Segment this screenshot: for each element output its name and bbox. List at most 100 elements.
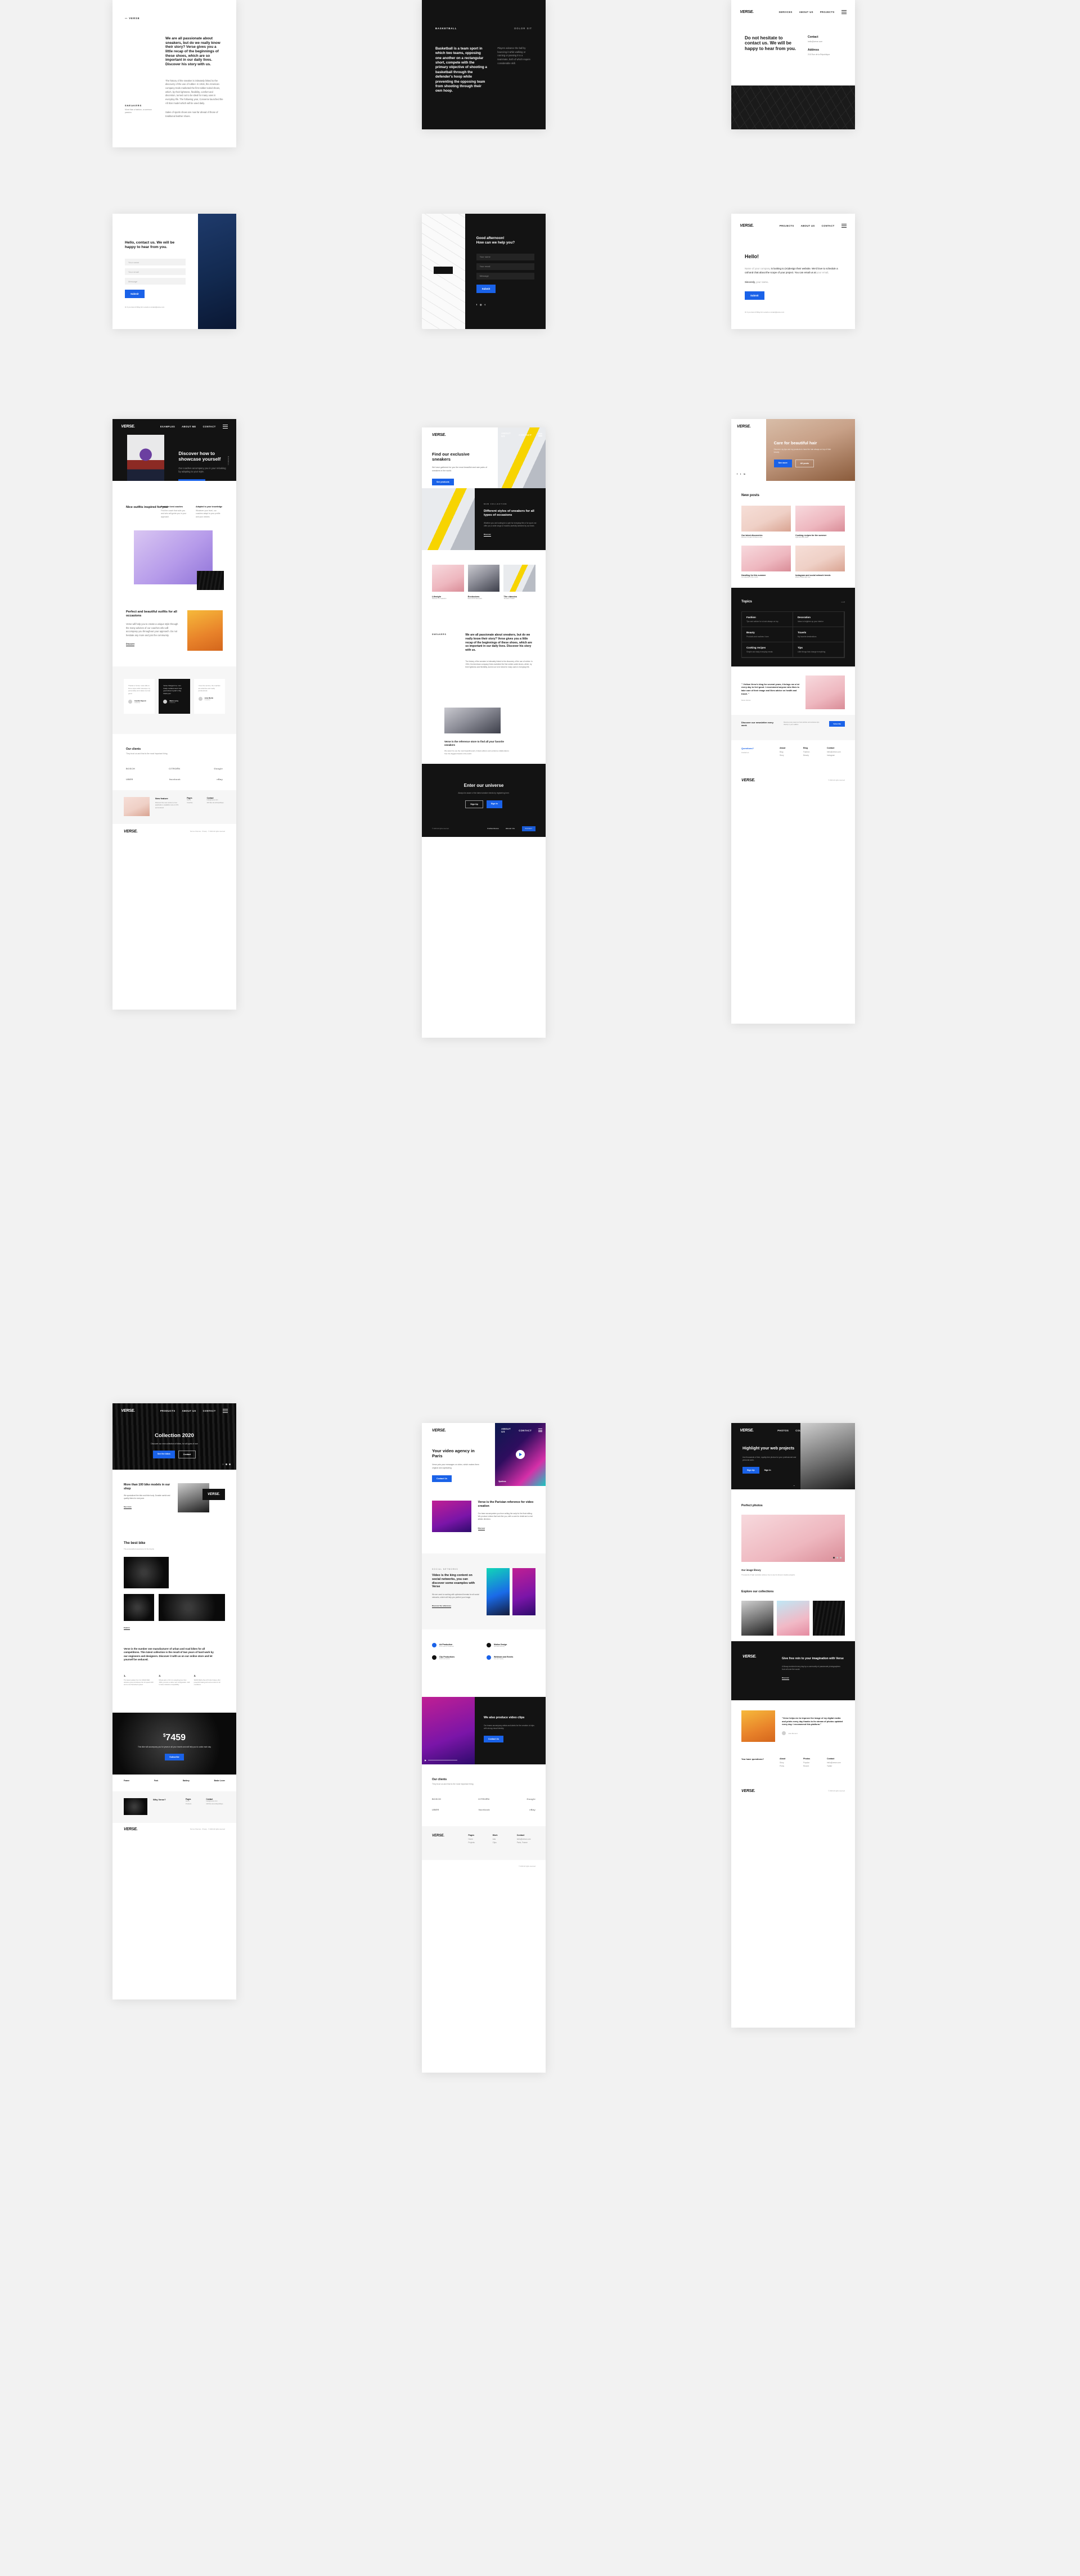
card12-col-photo-2[interactable] <box>777 1600 809 1636</box>
topic-cell[interactable]: Decoration Ideas to brighten up your int… <box>793 611 844 627</box>
play-icon[interactable]: ▶ <box>425 1759 426 1762</box>
card12-foot-2-1[interactable]: Twitter <box>827 1765 845 1768</box>
card7-nav[interactable]: VERSE. EXAMPLES ABOUT ME CONTACT <box>112 419 236 434</box>
hamburger-icon[interactable] <box>841 224 847 228</box>
hamburger-icon[interactable] <box>538 433 542 437</box>
topic-cell[interactable]: Fashion Tips and advice for a look alway… <box>742 611 793 627</box>
template-card-sneakers-shop[interactable]: VERSE. Find our exclusive sneakers We ha… <box>422 427 546 1038</box>
card7-logo[interactable]: VERSE. <box>121 425 135 429</box>
card7-nav-1[interactable]: ABOUT ME <box>182 425 196 428</box>
card10-nav-0[interactable]: PRODUCTS <box>160 1409 176 1412</box>
card11-nav-2[interactable]: CONTACT <box>519 1429 532 1432</box>
card6-logo[interactable]: VERSE. <box>740 224 754 228</box>
card11-nav-1[interactable]: ABOUT US <box>501 1427 512 1433</box>
card6-nav[interactable]: VERSE. PROJECTS ABOUT US CONTACT <box>731 218 855 233</box>
chevron-down-icon[interactable]: ⌄ <box>793 1484 795 1487</box>
card10-contact-button[interactable]: Contact <box>178 1450 196 1458</box>
card5-map[interactable] <box>422 214 465 329</box>
card7-navlinks[interactable]: EXAMPLES ABOUT ME CONTACT <box>160 425 228 429</box>
card8-navlinks[interactable]: COLLECTIONS ABOUT US CONTACT <box>498 432 542 438</box>
card3-navlinks[interactable]: SERVICES ABOUT US PROJECTS <box>778 10 847 14</box>
card11-s2-link[interactable]: Discover <box>478 1527 485 1530</box>
card6-company-placeholder[interactable]: Name of your company <box>745 267 770 270</box>
template-card-photos[interactable]: VERSE. PHOTOS COLLECTIONS CONTACT Highli… <box>731 1423 855 2028</box>
card9-foot-2-1[interactable]: Instagram <box>827 754 845 758</box>
card12-logo[interactable]: VERSE. <box>740 1429 754 1433</box>
card8-nav-2[interactable]: CONTACT <box>519 434 532 436</box>
card7-foot-col0-1[interactable]: Coaches <box>187 802 201 805</box>
card5-socials[interactable]: f ◎ t <box>476 303 534 306</box>
card11-contact-button[interactable]: Contact Us <box>432 1475 452 1483</box>
twitter-icon[interactable]: t <box>484 303 485 306</box>
card10-subscribe-button[interactable]: Subscribe <box>165 1754 184 1761</box>
chevron-right-icon[interactable]: ⟶ <box>841 601 845 604</box>
card6-submit-button[interactable]: Submit <box>745 291 764 300</box>
card6-email-placeholder[interactable]: your email <box>817 271 828 274</box>
card10-nav-1[interactable]: ABOUT US <box>182 1409 196 1412</box>
card3-logo[interactable]: VERSE. <box>740 10 754 14</box>
card12-nav-0[interactable]: PHOTOS <box>777 1429 789 1432</box>
card9-subscribe-button[interactable]: Subscribe <box>829 721 845 727</box>
card12-foot-1-1[interactable]: Recent <box>803 1765 821 1768</box>
card8-signin-button[interactable]: Sign In <box>486 800 502 809</box>
card6-sign-b[interactable]: your name <box>756 281 768 283</box>
card10-foot-0-1[interactable]: Products <box>186 1803 200 1806</box>
card9-foot-0-1[interactable]: Story <box>780 754 798 758</box>
hamburger-icon[interactable] <box>841 10 847 14</box>
topic-cell[interactable]: Cooking recipes Simple and tasty everyda… <box>742 642 793 657</box>
card7-s3-link[interactable]: Discover <box>126 643 135 647</box>
post-item[interactable]: Instagram and social network trends What… <box>795 546 845 579</box>
card9-socials[interactable]: f t in <box>737 473 760 475</box>
card5-message-input[interactable]: Message <box>476 272 534 280</box>
card10-s2-link[interactable]: See more <box>124 1506 132 1510</box>
card10-s3-link[interactable]: Explore <box>124 1627 130 1630</box>
card7-footer-logo[interactable]: VERSE. <box>124 830 138 834</box>
card8-footer-nav[interactable]: Collections About Us Contact <box>487 826 536 831</box>
template-card-basketball[interactable]: BASKETBALL DOLOR SIT Basketball is a tea… <box>422 0 546 129</box>
service-item[interactable]: Webinars and Events Live and replay <box>487 1655 536 1660</box>
template-card-coaching[interactable]: VERSE. EXAMPLES ABOUT ME CONTACT Discove… <box>112 419 236 1010</box>
card7-nav-2[interactable]: CONTACT <box>203 425 216 428</box>
template-card-beauty-blog[interactable]: VERSE. f t in Care for beautiful hair Di… <box>731 419 855 1024</box>
card8-logo[interactable]: VERSE. <box>432 433 488 437</box>
post-item[interactable]: Cooking recipes for the summer Light and… <box>795 506 845 539</box>
card11-foot-0-1[interactable]: Projects <box>468 1841 487 1845</box>
card4-message-input[interactable]: Message <box>125 278 186 285</box>
topic-cell[interactable]: Tips Little things that change everythin… <box>793 642 844 657</box>
card9-footer-logo[interactable]: VERSE. <box>741 778 755 782</box>
card10-nav[interactable]: VERSE. PRODUCTS ABOUT US CONTACT <box>112 1403 236 1418</box>
card12-foot-0-1[interactable]: Press <box>780 1765 798 1768</box>
card12-signup-button[interactable]: Sign Up <box>742 1466 759 1474</box>
card5-email-input[interactable]: Your email <box>476 263 534 270</box>
play-icon[interactable] <box>516 1450 525 1459</box>
card6-nav-2[interactable]: CONTACT <box>822 224 835 227</box>
card11-s4-photo[interactable]: ▶ <box>422 1697 475 1764</box>
topic-cell[interactable]: Beauty Products and routines I love <box>742 627 793 642</box>
card11-navlinks[interactable]: PROJECTS ABOUT US CONTACT <box>495 1427 542 1433</box>
template-card-hello-letter[interactable]: VERSE. PROJECTS ABOUT US CONTACT Hello! … <box>731 214 855 329</box>
card4-name-input[interactable]: Your name <box>125 259 186 266</box>
card8-foot-nav-0[interactable]: Collections <box>487 827 499 830</box>
card12-col-photo-1[interactable] <box>741 1600 774 1636</box>
card8-foot-contact-button[interactable]: Contact <box>521 826 536 831</box>
card8-nav-1[interactable]: ABOUT US <box>501 432 512 438</box>
post-item[interactable]: Our latest discoveries Discover 10 pairs… <box>741 506 791 539</box>
card7-nav-0[interactable]: EXAMPLES <box>160 425 175 428</box>
card4-email-input[interactable]: Your email <box>125 268 186 276</box>
service-item[interactable]: Ad Production From idea to broadcast <box>432 1643 481 1647</box>
card11-logo[interactable]: VERSE. <box>432 1429 485 1433</box>
twitter-icon[interactable]: t <box>740 473 741 475</box>
card3-nav-0[interactable]: SERVICES <box>778 11 792 13</box>
product-card[interactable]: The classics Timeless models <box>503 565 536 600</box>
card5-submit-button[interactable]: Submit <box>476 284 496 293</box>
card10-see-bikes-button[interactable]: See the bikes <box>152 1450 175 1458</box>
card10-nav-2[interactable]: CONTACT <box>203 1409 216 1412</box>
template-card-bikes[interactable]: VERSE. PRODUCTS ABOUT US CONTACT Collect… <box>112 1403 236 1999</box>
card3-nav[interactable]: VERSE. SERVICES ABOUT US PROJECTS <box>731 4 855 20</box>
card10-logo[interactable]: VERSE. <box>121 1409 135 1413</box>
template-card-contact-hero[interactable]: VERSE. SERVICES ABOUT US PROJECTS Do not… <box>731 0 855 129</box>
card11-s4-contact-button[interactable]: Contact Us <box>484 1736 503 1743</box>
template-card-contact-map[interactable]: Good afternoon! How can we help you? You… <box>422 214 546 329</box>
template-card-contact-form[interactable]: Hello, contact us. We will be happy to h… <box>112 214 236 329</box>
card11-footer-brand[interactable]: VERSE. <box>432 1834 462 1838</box>
